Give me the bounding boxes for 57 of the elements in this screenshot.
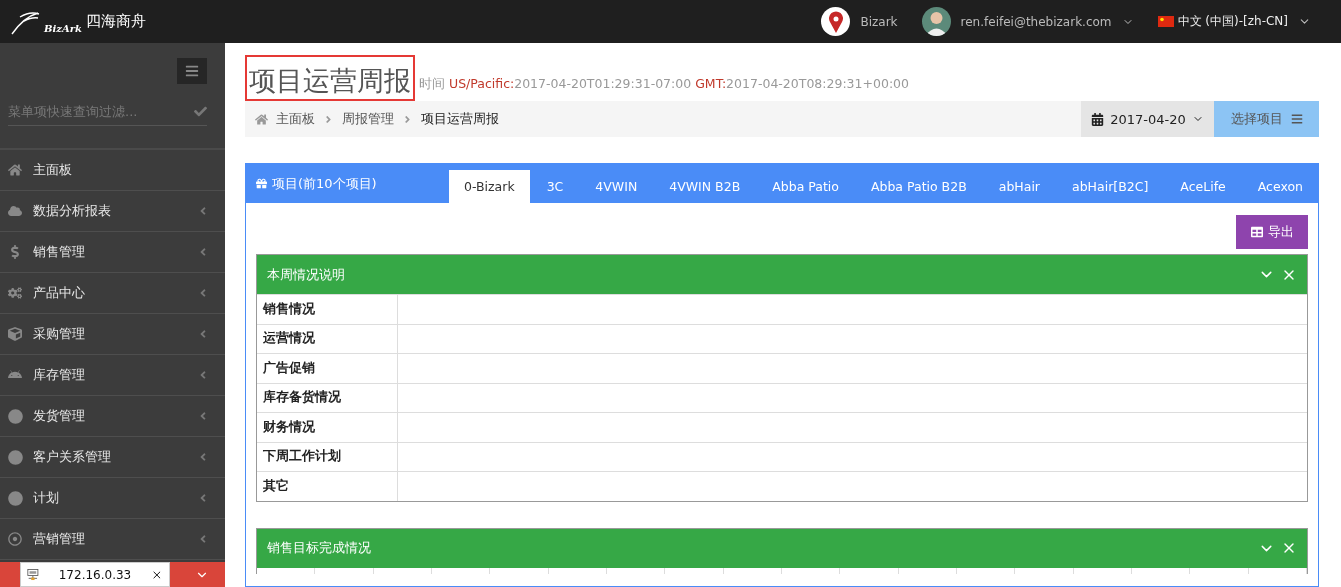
chevron-right-icon (402, 113, 413, 125)
user-email[interactable]: ren.feifei@thebizark.com (960, 14, 1112, 29)
flag-icon (1157, 16, 1174, 27)
company-name[interactable]: Bizark (860, 14, 898, 29)
cloud-icon (7, 204, 23, 218)
home-icon (255, 112, 268, 126)
row-label: 财务情况 (257, 413, 398, 442)
menu-button[interactable] (177, 58, 207, 84)
menu-icon (185, 64, 199, 78)
table-icon (1250, 226, 1263, 238)
calendar-icon (1091, 112, 1105, 126)
row-label: 运营情况 (257, 324, 398, 353)
row-label: 库存备货情况 (257, 383, 398, 412)
language-selector[interactable]: 中文 (中国)-[zh-CN] (1177, 13, 1288, 30)
row-label: 销售情况 (257, 295, 398, 324)
circle-icon (7, 490, 23, 506)
section-title: 本周情况说明 (267, 265, 345, 284)
ip-address: 172.16.0.33 (58, 567, 132, 582)
sidebar-item[interactable]: 产品中心 (0, 273, 225, 314)
sidebar-item[interactable]: 数据分析报表 (0, 191, 225, 232)
menu-icon (1290, 113, 1303, 125)
cube-icon (7, 327, 23, 341)
chevron-right-icon (323, 113, 334, 125)
circle-icon (7, 408, 23, 424)
breadcrumb-link[interactable]: 周报管理 (342, 110, 394, 128)
sidebar-item[interactable]: 发货管理 (0, 396, 225, 437)
brand-name: 四海商舟 (85, 12, 146, 31)
breadcrumb-link[interactable]: 项目运营周报 (421, 110, 499, 128)
page-title: 项目运营周报 (245, 55, 415, 101)
circle-icon (7, 449, 23, 465)
panel-title: 项目(前10个项目) (272, 174, 377, 193)
user-avatar[interactable] (921, 7, 951, 36)
project-tab[interactable]: 0-Bizark (448, 170, 530, 203)
row-label: 下周工作计划 (257, 442, 398, 471)
home-icon (7, 163, 23, 177)
sidebar-item[interactable]: 采购管理 (0, 314, 225, 355)
sidebar-item[interactable]: 销售管理 (0, 232, 225, 273)
row-label: 广告促销 (257, 354, 398, 383)
sidebar-item[interactable]: 主面板 (0, 150, 225, 191)
map-pin-avatar-icon[interactable] (821, 7, 851, 36)
section-title: 销售目标完成情况 (267, 539, 371, 557)
row-label: 其它 (257, 472, 398, 501)
network-icon (27, 567, 39, 582)
sidebar-item[interactable]: 计划 (0, 478, 225, 519)
breadcrumb-link[interactable]: 主面板 (276, 110, 315, 128)
timestamp-line: 时间 US/Pacific:2017-04-20T01:29:31-07:00 GMT:2017-04-20T08:29:31+00:00 (419, 76, 910, 93)
sidebar-item[interactable]: 客户关系管理 (0, 437, 225, 478)
sidebar-item[interactable]: 营销管理 (0, 519, 225, 560)
logo-text: BizArk (44, 23, 82, 34)
gift-icon (256, 178, 267, 189)
ring-icon (7, 532, 23, 546)
gears-icon (7, 286, 23, 300)
export-button[interactable]: 导出 (1236, 215, 1308, 249)
check-icon (194, 105, 207, 118)
select-project-button[interactable]: 选择项目 (1214, 101, 1319, 137)
date-picker-button[interactable]: 2017-04-20 (1081, 101, 1214, 137)
sidebar-item[interactable]: 库存管理 (0, 355, 225, 396)
